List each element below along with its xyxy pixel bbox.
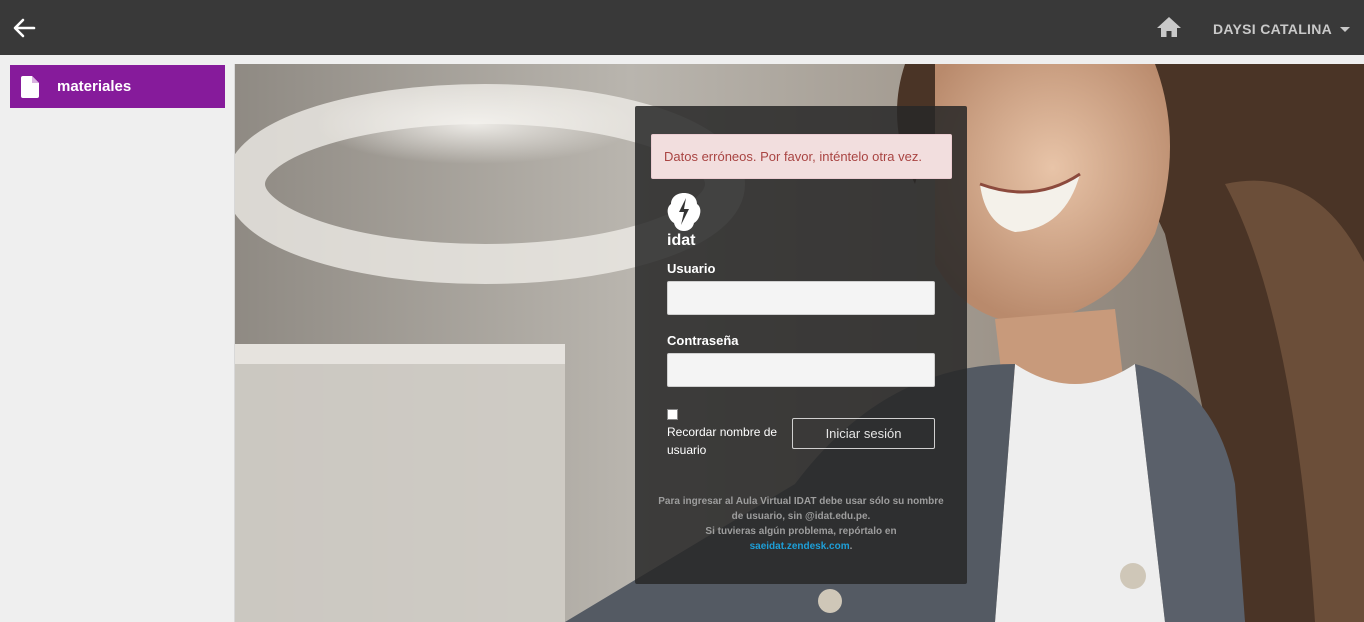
login-button[interactable]: Iniciar sesión [792,418,935,449]
sidebar-item-materiales[interactable]: materiales [10,65,225,108]
help-line-3: saeidat.zendesk.com. [655,539,947,554]
home-icon [1157,17,1181,37]
error-alert: Datos erróneos. Por favor, inténtelo otr… [651,134,952,179]
brain-bolt-icon [667,193,701,231]
username-label: Usuario [667,261,716,276]
back-button[interactable] [10,14,38,42]
sidebar: materiales [0,55,234,622]
user-name: DAYSI CATALINA [1213,21,1333,37]
help-line-2: Si tuvieras algún problema, repórtalo en [705,526,897,537]
home-button[interactable] [1155,15,1183,39]
idat-logo: idat [666,192,706,252]
help-suffix: . [849,541,853,552]
caret-down-icon [1340,26,1351,32]
main-content: Datos erróneos. Por favor, inténtelo otr… [234,64,1364,622]
help-text: Para ingresar al Aula Virtual IDAT debe … [655,494,947,554]
login-card: Datos erróneos. Por favor, inténtelo otr… [635,106,967,584]
password-input[interactable] [667,353,935,387]
logo-text: idat [667,232,696,249]
username-input[interactable] [667,281,935,315]
arrow-left-icon [13,18,36,38]
support-link[interactable]: saeidat.zendesk.com [750,541,850,552]
remember-checkbox[interactable] [667,409,678,420]
sidebar-item-label: materiales [57,78,132,95]
file-icon [21,75,39,98]
remember-label: Recordar nombre de usuario [667,425,778,457]
help-line-1: Para ingresar al Aula Virtual IDAT debe … [658,496,944,522]
user-menu[interactable]: DAYSI CATALINA [1213,19,1351,39]
top-navbar: DAYSI CATALINA [0,0,1364,55]
password-label: Contraseña [667,333,739,348]
